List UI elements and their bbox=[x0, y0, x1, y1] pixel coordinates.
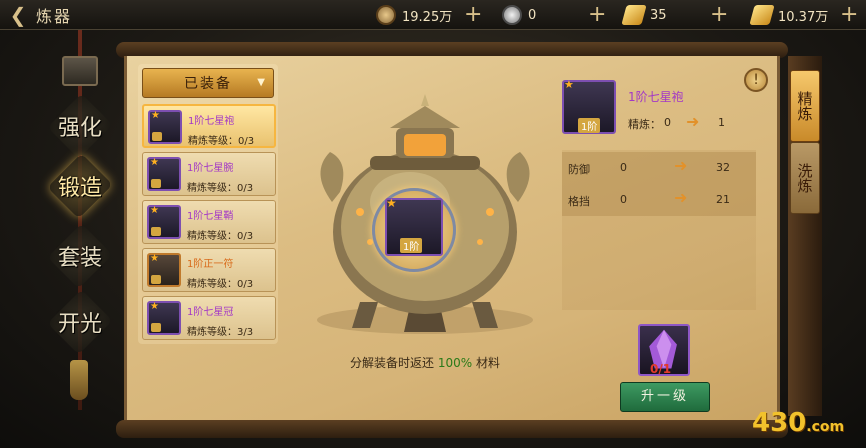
equipment-item[interactable]: ★ 1阶正一符 精炼等级：0/3 bbox=[142, 248, 276, 292]
refine-to: 1 bbox=[718, 116, 725, 129]
hint-button[interactable]: ! bbox=[744, 68, 768, 92]
sheath-icon: ★ bbox=[147, 205, 181, 239]
upgrade-button[interactable]: 升一级 bbox=[620, 382, 710, 412]
stat-name: 格挡 bbox=[568, 195, 590, 208]
decompose-note: 分解装备时返还 100% 材料 bbox=[300, 354, 550, 371]
resource-gold-ingot: 10.37万 bbox=[749, 3, 829, 27]
material-count: 0/1 bbox=[650, 362, 672, 376]
lantern-icon bbox=[62, 56, 98, 86]
arrow-right-icon: ➜ bbox=[674, 188, 688, 207]
equipped-dropdown[interactable]: 已装备 ▼ bbox=[142, 68, 274, 98]
lock-icon bbox=[152, 132, 162, 141]
stat-to: 32 bbox=[716, 161, 730, 174]
gold-ingot-icon bbox=[749, 5, 775, 25]
star-icon: ★ bbox=[151, 110, 160, 121]
watermark-main: 430 bbox=[752, 408, 807, 438]
stat-row: 防御 0 ➜ 32 bbox=[562, 152, 756, 184]
refine-level: 精炼等级：0/3 bbox=[187, 183, 254, 194]
star-icon: ★ bbox=[564, 78, 574, 91]
tab-label: 强化 bbox=[57, 116, 102, 141]
item-name: 1阶七星袍 bbox=[628, 90, 684, 104]
equipment-name: 1阶正一符 bbox=[187, 259, 234, 270]
star-icon: ★ bbox=[150, 253, 159, 264]
note-percentage: 100% bbox=[437, 356, 473, 370]
tab-label: 锻造 bbox=[57, 176, 102, 201]
add-gold-bars-button[interactable]: + bbox=[710, 3, 728, 27]
back-arrow-icon[interactable]: ❮ bbox=[6, 3, 30, 27]
equipment-name: 1阶七星冠 bbox=[187, 307, 234, 318]
nav-rope bbox=[78, 30, 82, 410]
lock-icon bbox=[151, 179, 161, 188]
resource-value: 35 bbox=[650, 7, 667, 23]
tab-consecrate[interactable]: 开光 bbox=[47, 289, 113, 355]
equipment-name: 1阶七星腕 bbox=[187, 163, 234, 174]
refine-level: 精炼等级：0/3 bbox=[188, 136, 255, 147]
tab-label: 开光 bbox=[57, 312, 102, 337]
lock-icon bbox=[151, 275, 161, 284]
arrow-right-icon: ➜ bbox=[674, 156, 688, 175]
resource-value: 10.37万 bbox=[778, 9, 829, 25]
lock-icon bbox=[151, 323, 161, 332]
stat-to: 21 bbox=[716, 193, 730, 206]
copper-coin-icon bbox=[376, 5, 396, 25]
equipment-item[interactable]: ★ 1阶七星冠 精炼等级：3/3 bbox=[142, 296, 276, 340]
stat-name: 防御 bbox=[568, 163, 590, 176]
refine-from: 0 bbox=[664, 116, 671, 129]
lock-icon bbox=[151, 227, 161, 236]
tab-set[interactable]: 套装 bbox=[47, 223, 113, 289]
watermark-suffix: .com bbox=[806, 419, 845, 435]
tier-badge: 1阶 bbox=[400, 238, 423, 253]
tab-refine[interactable]: 精炼 bbox=[790, 70, 820, 142]
note-suffix: 材料 bbox=[472, 356, 500, 370]
refine-label: 精炼： bbox=[628, 118, 661, 131]
refine-level: 精炼等级：0/3 bbox=[187, 279, 254, 290]
silver-coin-icon bbox=[502, 5, 522, 25]
tab-reroll[interactable]: 洗炼 bbox=[790, 142, 820, 214]
tab-forge[interactable]: 锻造 bbox=[47, 153, 113, 219]
resource-gold-bars: 35 bbox=[621, 3, 667, 27]
star-icon: ★ bbox=[150, 205, 159, 216]
tier-badge: 1阶 bbox=[578, 118, 601, 133]
resource-copper: 19.25万 bbox=[376, 3, 452, 27]
equipment-item[interactable]: ★ 1阶七星鞘 精炼等级：0/3 bbox=[142, 200, 276, 244]
star-icon: ★ bbox=[386, 196, 397, 210]
refine-level: 精炼等级：0/3 bbox=[187, 231, 254, 242]
equipment-item[interactable]: ★ 1阶七星腕 精炼等级：0/3 bbox=[142, 152, 276, 196]
back-button[interactable]: ❮ 炼器 bbox=[6, 2, 106, 28]
add-gold-ingot-button[interactable]: + bbox=[840, 3, 858, 27]
resource-value: 0 bbox=[528, 7, 537, 23]
tassel-icon bbox=[70, 360, 88, 400]
refine-level: 精炼等级：3/3 bbox=[187, 327, 254, 338]
tab-label: 套装 bbox=[57, 246, 102, 271]
bracer-icon: ★ bbox=[147, 157, 181, 191]
stat-from: 0 bbox=[620, 193, 627, 206]
equipment-name: 1阶七星袍 bbox=[188, 116, 235, 127]
talisman-icon: ★ bbox=[147, 253, 181, 287]
site-watermark-logo: 430.com bbox=[752, 408, 844, 438]
crown-icon: ★ bbox=[147, 301, 181, 335]
star-icon: ★ bbox=[150, 301, 159, 312]
scroll-bottom-rod bbox=[116, 420, 788, 438]
resource-silver: 0 bbox=[502, 3, 536, 27]
tab-strengthen[interactable]: 强化 bbox=[47, 93, 113, 159]
star-icon: ★ bbox=[150, 157, 159, 168]
equipment-item[interactable]: ★ 1阶七星袍 精炼等级：0/3 bbox=[142, 104, 276, 148]
add-copper-button[interactable]: + bbox=[464, 3, 482, 27]
gold-bars-icon bbox=[621, 5, 647, 25]
page-title: 炼器 bbox=[36, 7, 73, 26]
note-prefix: 分解装备时返还 bbox=[350, 356, 438, 370]
top-bar: ❮ 炼器 19.25万 + 0 + 35 + 10.37万 + bbox=[0, 0, 866, 30]
caret-down-icon: ▼ bbox=[257, 77, 265, 88]
dropdown-label: 已装备 bbox=[184, 76, 232, 92]
resource-value: 19.25万 bbox=[402, 9, 453, 25]
stat-from: 0 bbox=[620, 161, 627, 174]
equipment-name: 1阶七星鞘 bbox=[187, 211, 234, 222]
stat-row: 格挡 0 ➜ 21 bbox=[562, 184, 756, 216]
robe-icon: ★ bbox=[148, 110, 182, 144]
arrow-right-icon: ➜ bbox=[686, 112, 700, 131]
add-silver-button[interactable]: + bbox=[588, 3, 606, 27]
